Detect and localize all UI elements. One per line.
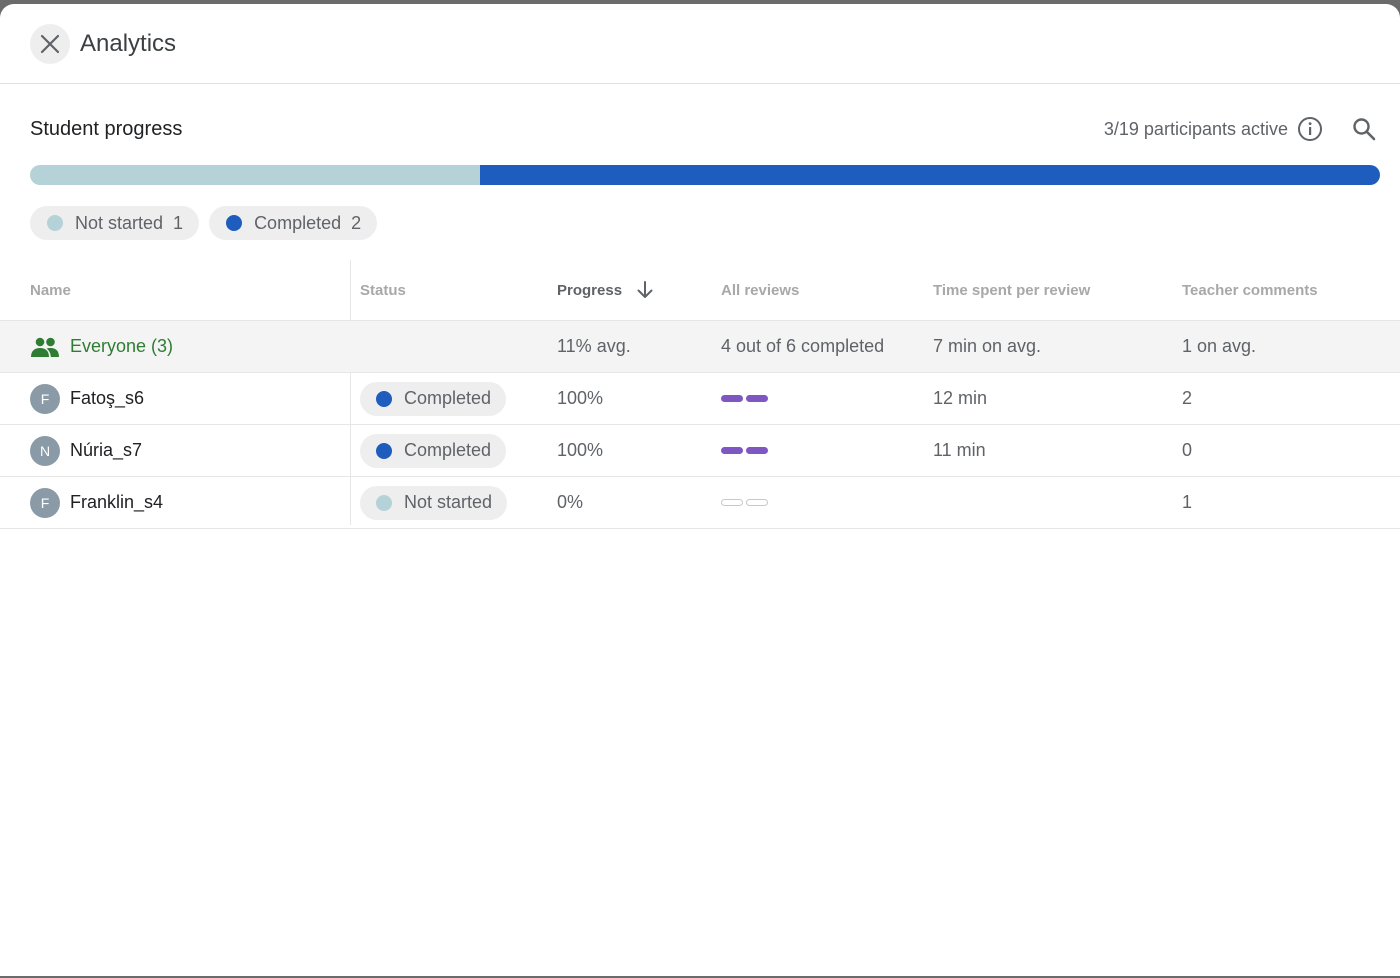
status-cell: Completed — [360, 381, 507, 416]
status-cell: Not started — [360, 485, 508, 520]
status-cell: Completed — [360, 433, 507, 468]
status-dot — [376, 442, 392, 459]
info-button[interactable] — [1296, 115, 1324, 143]
table-row[interactable]: F Fatoş_s6 Completed 100% 12 min 2 — [0, 373, 1400, 425]
student-name: Franklin_s4 — [70, 492, 164, 512]
summary-comments: 1 on avg. — [1182, 336, 1257, 356]
chip-not-started[interactable]: Not started 1 — [30, 206, 200, 240]
avatar: F — [30, 487, 60, 518]
page-title: Analytics — [80, 29, 177, 57]
progress-bar-completed — [479, 165, 1380, 185]
progress-value: 100% — [557, 388, 604, 408]
student-cell: F Fatoş_s6 — [30, 383, 145, 414]
progress-bar — [30, 165, 1380, 185]
column-header-status[interactable]: Status — [360, 282, 406, 299]
progress-bar-not-started — [30, 165, 480, 185]
chip-count: 1 — [173, 212, 184, 233]
table-row[interactable]: N Núria_s7 Completed 100% 11 min 0 — [0, 425, 1400, 477]
chip-label: Completed — [254, 212, 342, 233]
table-header: Name Status Progress All reviews Time sp… — [0, 260, 1400, 321]
table-row-everyone[interactable]: Everyone (3) 11% avg. 4 out of 6 complet… — [0, 321, 1400, 373]
review-indicators — [721, 447, 771, 454]
chip-count: 2 — [351, 212, 362, 233]
sort-button[interactable] — [634, 279, 656, 301]
status-label: Completed — [404, 388, 492, 408]
status-dot — [376, 494, 392, 511]
group-icon — [31, 337, 59, 357]
search-icon — [1353, 118, 1376, 141]
summary-progress: 11% avg. — [557, 336, 631, 356]
info-icon — [1298, 117, 1322, 141]
progress-value: 100% — [557, 440, 604, 460]
not-started-dot — [47, 215, 63, 231]
chip-label: Not started — [75, 212, 164, 233]
participants-active-text: 3/19 participants active — [1103, 118, 1288, 139]
column-header-name[interactable]: Name — [30, 282, 71, 299]
everyone-label: Everyone (3) — [70, 336, 174, 356]
status-legend: Not started 1 Completed 2 — [30, 206, 378, 240]
participants-active: 3/19 participants active — [1104, 113, 1380, 145]
review-indicators — [721, 499, 771, 506]
analytics-dialog: Analytics Student progress 3/19 particip… — [0, 4, 1400, 976]
column-header-comments[interactable]: Teacher comments — [1182, 282, 1318, 299]
status-badge: Completed — [360, 381, 507, 416]
status-label: Not started — [404, 492, 493, 512]
summary-time: 7 min on avg. — [933, 336, 1042, 356]
dialog-header: Analytics — [0, 4, 1400, 84]
comments-value: 0 — [1182, 440, 1193, 460]
summary-reviews: 4 out of 6 completed — [721, 336, 885, 356]
table-row[interactable]: F Franklin_s4 Not started 0% 1 — [0, 477, 1400, 529]
column-header-progress-label: Progress — [557, 281, 623, 299]
column-header-reviews[interactable]: All reviews — [721, 282, 799, 299]
search-button[interactable] — [1348, 113, 1380, 145]
comments-value: 2 — [1182, 388, 1193, 408]
chip-completed[interactable]: Completed 2 — [209, 206, 378, 240]
time-value: 12 min — [933, 388, 988, 408]
completed-dot — [226, 215, 243, 231]
column-header-progress[interactable]: Progress — [557, 279, 656, 301]
progress-value: 0% — [557, 492, 584, 512]
student-name: Fatoş_s6 — [70, 388, 145, 408]
status-badge: Completed — [360, 433, 507, 468]
progress-table: Name Status Progress All reviews Time sp… — [0, 260, 1400, 529]
student-cell: F Franklin_s4 — [30, 487, 164, 518]
progress-header: Student progress 3/19 participants activ… — [30, 108, 1380, 150]
column-header-time[interactable]: Time spent per review — [933, 282, 1090, 299]
section-title: Student progress — [30, 117, 183, 140]
avatar: F — [30, 383, 60, 414]
review-pending-pill — [721, 499, 743, 506]
review-indicators — [721, 395, 771, 402]
review-completed-pill — [721, 447, 743, 454]
status-badge: Not started — [360, 485, 508, 520]
time-value: 11 min — [933, 440, 986, 460]
review-completed-pill — [721, 395, 743, 402]
review-completed-pill — [746, 395, 768, 402]
review-completed-pill — [746, 447, 768, 454]
status-dot — [376, 390, 392, 407]
student-cell: N Núria_s7 — [30, 435, 143, 466]
avatar: N — [30, 435, 60, 466]
close-icon — [40, 34, 60, 53]
comments-value: 1 — [1182, 492, 1193, 512]
everyone-cell: Everyone (3) — [30, 336, 173, 358]
status-label: Completed — [404, 440, 492, 460]
arrow-down-icon — [637, 281, 653, 298]
student-name: Núria_s7 — [70, 440, 143, 460]
review-pending-pill — [746, 499, 768, 506]
close-button[interactable] — [30, 23, 70, 64]
